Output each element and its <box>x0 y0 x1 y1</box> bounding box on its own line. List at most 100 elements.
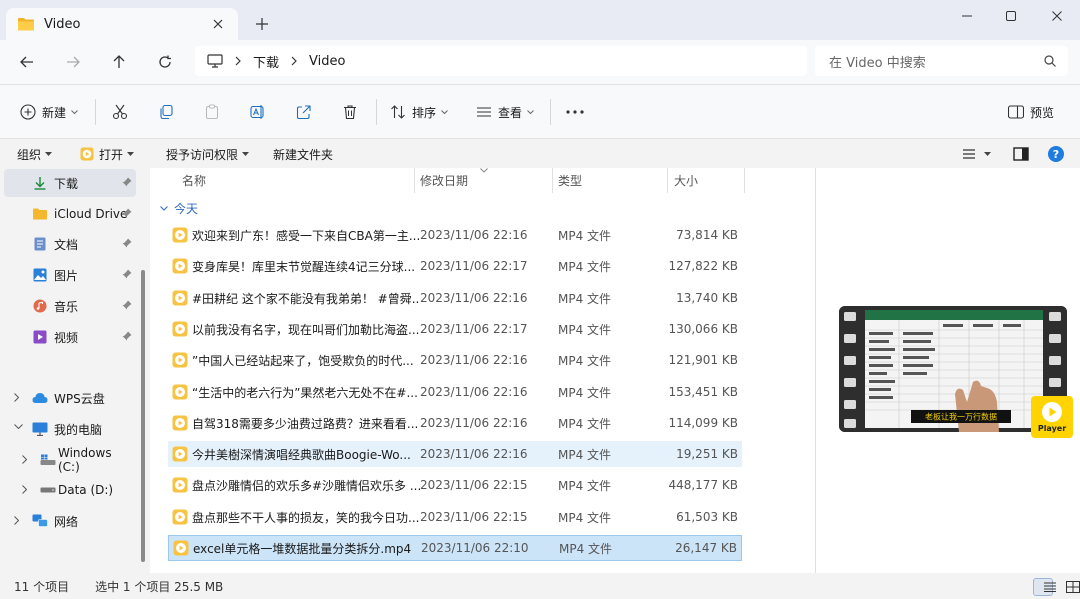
file-name: 变身库昊！库里末节觉醒连续4记三分球... <box>192 259 416 274</box>
file-row[interactable]: 盘点那些不干人事的损友，笑的我今日功... 2023/11/06 22:15 MP4… <box>168 504 742 530</box>
sidebar-item-this-pc[interactable]: 我的电脑 <box>4 415 136 443</box>
open-button[interactable]: 打开 <box>80 145 135 163</box>
file-row[interactable]: 欢迎来到广东！感受一下来自CBA第一主... 2023/11/06 22:16 MP… <box>168 222 742 248</box>
item-count: 11 个项目 <box>14 579 70 594</box>
column-header-type[interactable]: 类型 <box>558 168 582 193</box>
file-row[interactable]: 以前我没有名字，现在叫哥们加勒比海盗... 2023/11/06 22:17 MP4… <box>168 316 742 342</box>
column-header-date[interactable]: 修改日期 <box>420 168 468 193</box>
file-row[interactable]: excel单元格一堆数据批量分类拆分.mp4 2023/11/06 22:10 MP… <box>168 535 742 561</box>
grant-access-label: 授予访问权限 <box>166 147 239 162</box>
sidebar-item-icloud[interactable]: iCloud Drive <box>4 200 136 228</box>
preview-label: 预览 <box>1030 105 1055 120</box>
file-type: MP4 文件 <box>558 478 612 493</box>
share-button[interactable] <box>296 99 312 125</box>
preview-pane-button[interactable]: 预览 <box>1008 99 1054 125</box>
chevron-right-icon[interactable] <box>22 485 27 494</box>
up-button[interactable] <box>103 48 135 76</box>
sidebar-item-documents[interactable]: 文档 <box>4 230 136 258</box>
title-bar: Video <box>0 0 1080 40</box>
file-row[interactable]: 变身库昊！库里末节觉醒连续4记三分球... 2023/11/06 22:17 MP4… <box>168 253 742 279</box>
refresh-button[interactable] <box>149 48 181 76</box>
sidebar-item-pictures[interactable]: 图片 <box>4 261 136 289</box>
maximize-icon[interactable] <box>988 0 1034 32</box>
new-folder-button[interactable]: 新建文件夹 <box>273 145 333 163</box>
open-label: 打开 <box>99 147 124 162</box>
back-button[interactable] <box>11 48 43 76</box>
sort-button[interactable]: 排序 <box>390 99 448 125</box>
copy-button[interactable] <box>158 99 174 125</box>
sidebar-item-label: 下载 <box>54 176 79 191</box>
more-options-button[interactable] <box>566 99 584 125</box>
player-badge[interactable]: Player <box>1031 396 1073 438</box>
column-header-label: 大小 <box>674 174 699 188</box>
file-name: “生活中的老六行为”果然老六无处不在#... <box>192 385 418 400</box>
player-label: Player <box>1037 424 1067 433</box>
video-file-icon <box>172 258 188 274</box>
file-row[interactable]: #田耕纪 这个家不能没有我弟弟！ #曾舜... 2023/11/06 22:16 M… <box>168 285 742 311</box>
sidebar-item-wps-cloud[interactable]: WPS云盘 <box>4 384 136 412</box>
video-caption: 老板让我一万行数据 <box>925 412 997 422</box>
breadcrumb-downloads[interactable]: 下载 <box>253 52 279 71</box>
help-button[interactable]: ? <box>1048 145 1064 163</box>
preview-pane-toggle[interactable] <box>1013 145 1029 163</box>
file-row[interactable]: 今井美樹深情演唱经典歌曲Boogie-Wo... 2023/11/06 22:16… <box>168 441 742 467</box>
clipboard-icon <box>204 104 220 120</box>
sidebar-item-network[interactable]: 网络 <box>4 507 136 535</box>
toolbar-divider <box>550 99 551 125</box>
column-header-size[interactable]: 大小 <box>674 168 698 193</box>
grant-access-button[interactable]: 授予访问权限 <box>166 145 250 163</box>
details-view-button[interactable] <box>1033 578 1056 596</box>
new-button[interactable]: 新建 <box>20 99 78 125</box>
close-tab-icon[interactable] <box>208 14 228 34</box>
file-list: 名称 修改日期 类型 大小 今天 欢迎来到广东！感受一下来自CBA第一主... 2… <box>150 168 815 573</box>
group-header-today[interactable]: 今天 <box>160 200 198 217</box>
file-name: 盘点沙雕情侣的欢乐多#沙雕情侣欢乐多 ... <box>192 478 420 493</box>
tiles-view-button[interactable] <box>1056 578 1080 596</box>
column-divider[interactable] <box>552 168 553 193</box>
breadcrumb-video[interactable]: Video <box>309 54 345 69</box>
column-divider[interactable] <box>744 168 745 193</box>
organize-button[interactable]: 组织 <box>17 145 53 163</box>
rename-button[interactable] <box>250 99 266 125</box>
forward-button[interactable] <box>57 48 89 76</box>
sidebar-scrollbar[interactable] <box>141 270 145 562</box>
search-input[interactable]: 在 Video 中搜索 <box>815 46 1068 76</box>
details-view-icon <box>962 148 976 160</box>
chevron-down-icon[interactable] <box>14 424 23 429</box>
new-tab-icon[interactable] <box>250 12 274 36</box>
close-window-icon[interactable] <box>1034 0 1080 32</box>
chevron-down-icon <box>160 206 168 211</box>
file-row[interactable]: 盘点沙雕情侣的欢乐多#沙雕情侣欢乐多 ... 2023/11/06 22:15 MP… <box>168 472 742 498</box>
sidebar-item-drive-d[interactable]: Data (D:) <box>4 476 136 504</box>
chevron-down-icon <box>441 109 448 115</box>
file-name: excel单元格一堆数据批量分类拆分.mp4 <box>193 541 412 556</box>
delete-button[interactable] <box>342 99 358 125</box>
caret-down-icon <box>242 152 250 156</box>
chevron-right-icon[interactable] <box>22 455 27 464</box>
file-row[interactable]: ”中国人已经站起来了，饱受欺负的时代... 2023/11/06 22:16 MP4… <box>168 347 742 373</box>
paste-button[interactable] <box>204 99 220 125</box>
status-bar: 11 个项目 选中 1 个项目 25.5 MB <box>0 573 1080 599</box>
chevron-right-icon[interactable] <box>14 393 19 402</box>
sidebar-item-music[interactable]: 音乐 <box>4 292 136 320</box>
minimize-icon[interactable] <box>944 0 990 32</box>
file-row[interactable]: “生活中的老六行为”果然老六无处不在#... 2023/11/06 22:16 MP… <box>168 379 742 405</box>
column-header-name[interactable]: 名称 <box>182 168 206 193</box>
chevron-right-icon[interactable] <box>14 516 19 525</box>
toolbar: 新建 排序 查看 预览 <box>0 84 1080 138</box>
tab-video[interactable]: Video <box>6 8 238 40</box>
video-file-icon <box>172 477 188 493</box>
view-options-button[interactable] <box>962 145 991 163</box>
file-date: 2023/11/06 22:17 <box>420 259 528 273</box>
view-button[interactable]: 查看 <box>476 99 534 125</box>
column-divider[interactable] <box>414 168 415 193</box>
sidebar-item-videos[interactable]: 视频 <box>4 323 136 351</box>
cut-button[interactable] <box>112 99 128 125</box>
file-row[interactable]: 自驾318需要多少油费过路费？进来看看... 2023/11/06 22:16 MP… <box>168 410 742 436</box>
sidebar-item-drive-c[interactable]: Windows (C:) <box>4 446 136 474</box>
drive-icon <box>40 482 56 498</box>
file-type: MP4 文件 <box>558 291 612 306</box>
address-bar[interactable]: 下载 Video <box>195 46 807 76</box>
sidebar-item-downloads[interactable]: 下载 <box>4 169 136 197</box>
column-divider[interactable] <box>667 168 668 193</box>
